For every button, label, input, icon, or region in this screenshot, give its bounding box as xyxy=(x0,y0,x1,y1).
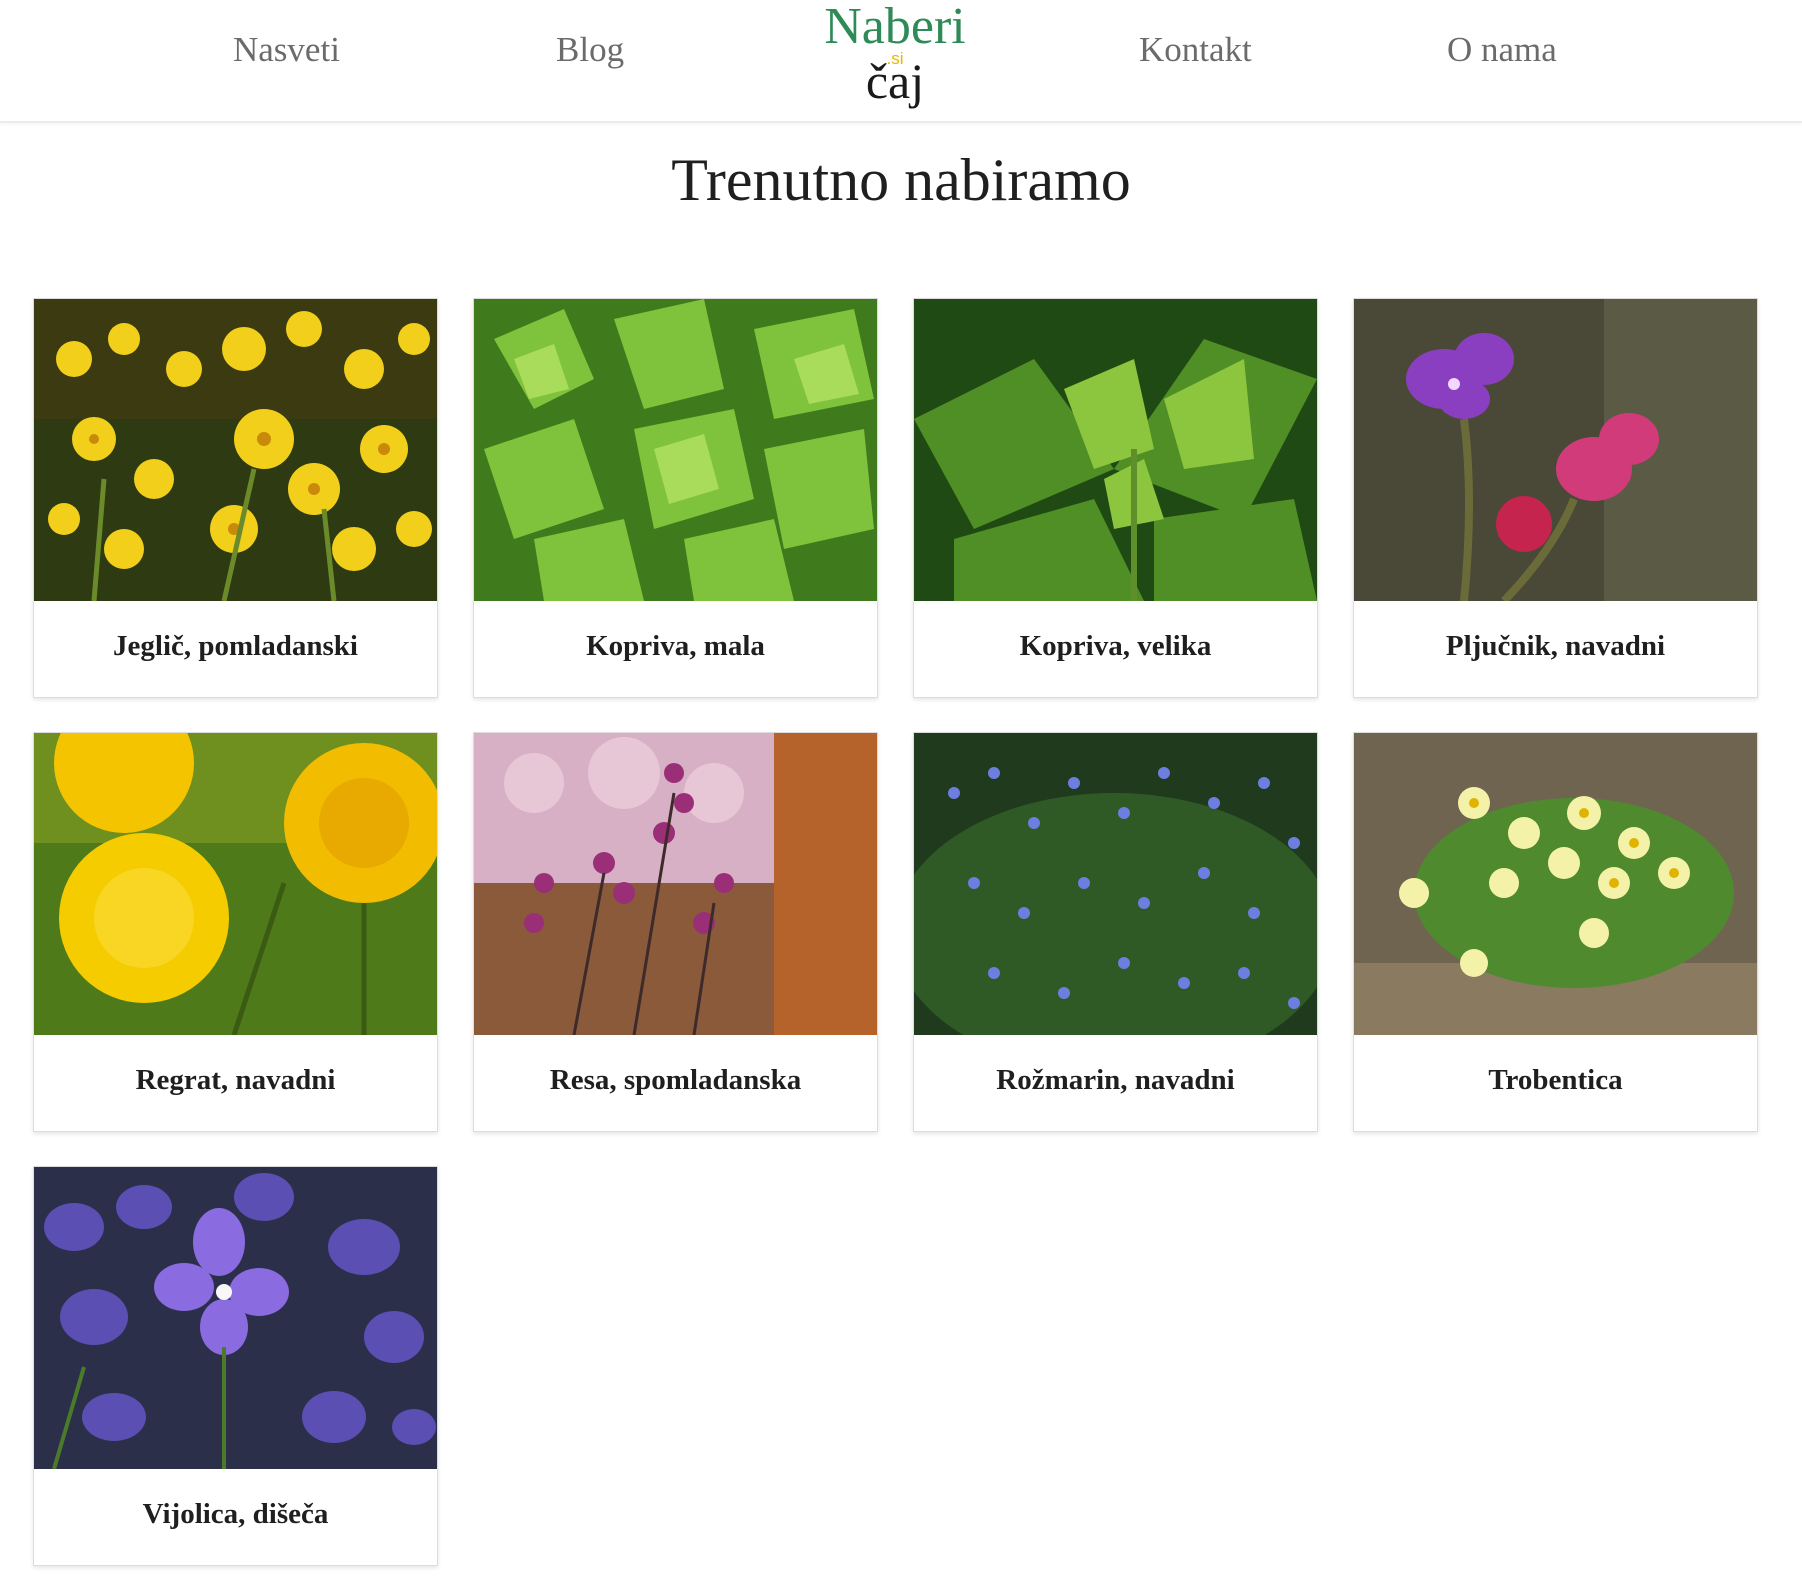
herb-card-title: Regrat, navadni xyxy=(135,1064,336,1096)
herb-card-kopriva-velika[interactable]: Kopriva, velika xyxy=(913,298,1318,698)
herb-card-rozmarin[interactable]: Rožmarin, navadni xyxy=(913,732,1318,1132)
herb-card-title: Jeglič, pomladanski xyxy=(113,630,358,662)
dandelion-yellow-flowers-image xyxy=(34,733,437,1035)
nav-link-nasveti[interactable]: Nasveti xyxy=(233,30,340,70)
herb-card-kopriva-mala[interactable]: Kopriva, mala xyxy=(473,298,878,698)
herb-card-title: Pljučnik, navadni xyxy=(1445,630,1666,662)
herb-card-regrat[interactable]: Regrat, navadni xyxy=(33,732,438,1132)
herb-card-trobentica[interactable]: Trobentica xyxy=(1353,732,1758,1132)
herb-card-pljucnik[interactable]: Pljučnik, navadni xyxy=(1353,298,1758,698)
heather-pink-flowers-image xyxy=(474,733,877,1035)
herb-card-title: Resa, spomladanska xyxy=(549,1064,802,1096)
herb-card-title: Kopriva, mala xyxy=(586,630,765,662)
logo-word-naberi: Naberi xyxy=(824,0,965,55)
herb-card-resa[interactable]: Resa, spomladanska xyxy=(473,732,878,1132)
large-nettle-leaves-image xyxy=(914,299,1317,601)
nav-link-o-nama[interactable]: O nama xyxy=(1447,30,1557,70)
page-title: Trenutno nabiramo xyxy=(671,147,1131,213)
small-nettle-leaves-image xyxy=(474,299,877,601)
logo-word-caj: čaj xyxy=(866,53,924,109)
herb-card-title: Vijolica, dišeča xyxy=(142,1498,329,1530)
herb-card-title: Rožmarin, navadni xyxy=(996,1064,1235,1096)
herb-card-title: Kopriva, velika xyxy=(1019,630,1212,662)
herb-card-jeglic[interactable]: Jeglič, pomladanski xyxy=(33,298,438,698)
lungwort-purple-pink-flowers-image xyxy=(1354,299,1757,601)
nav-link-kontakt[interactable]: Kontakt xyxy=(1139,30,1252,70)
rosemary-blue-flowers-image xyxy=(914,733,1317,1035)
primrose-pale-yellow-flowers-image xyxy=(1354,733,1757,1035)
herb-card-vijolica[interactable]: Vijolica, dišeča xyxy=(33,1166,438,1566)
yellow-cowslip-flowers-image xyxy=(34,299,437,601)
herb-card-title: Trobentica xyxy=(1488,1064,1623,1096)
top-navigation-bar: Nasveti Blog Naberi .si čaj Kontakt O na… xyxy=(0,0,1802,123)
nav-link-blog[interactable]: Blog xyxy=(556,30,624,70)
site-logo[interactable]: Naberi .si čaj xyxy=(810,0,980,118)
violet-purple-flowers-image xyxy=(34,1167,437,1469)
